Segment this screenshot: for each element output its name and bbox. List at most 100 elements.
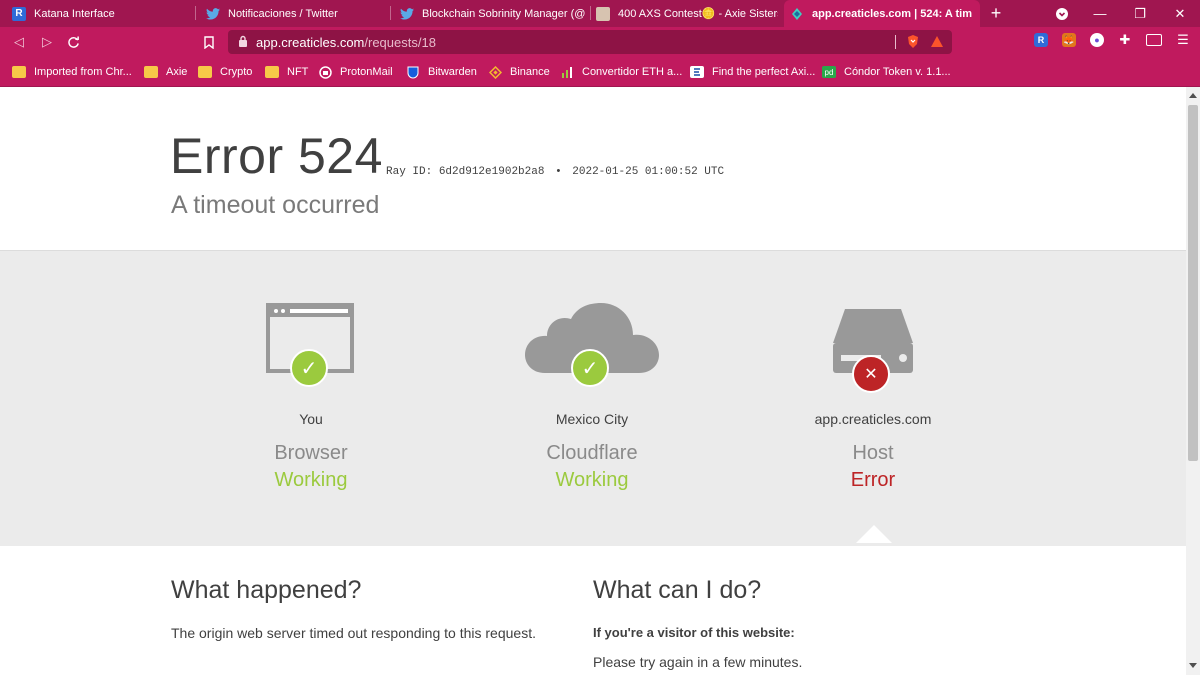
checkmark-icon: ✓ <box>290 349 328 387</box>
checkmark-icon: ✓ <box>571 349 609 387</box>
bookmark-bitwarden[interactable]: Bitwarden <box>406 63 477 81</box>
error-title: A timeout occurred <box>171 191 380 219</box>
what-happened-text: The origin web server timed out respondi… <box>171 625 536 641</box>
bookmark-label: Cóndor Token v. 1.1... <box>844 66 951 78</box>
bookmark-label: NFT <box>287 66 309 78</box>
bookmarks-bar: Imported from Chr... Axie Crypto NFT Pro… <box>0 57 1200 87</box>
metamask-icon[interactable]: 🦊 <box>1062 33 1076 47</box>
status-name: Cloudflare <box>546 442 638 464</box>
tab-search-icon[interactable] <box>1042 0 1082 27</box>
bookmark-label: ProtonMail <box>340 66 393 78</box>
bookmark-label: Convertidor ETH a... <box>582 66 683 78</box>
folder-icon <box>12 66 26 78</box>
reload-icon[interactable] <box>64 33 82 51</box>
page-scrollbar[interactable] <box>1186 87 1200 675</box>
address-bar[interactable]: app.creaticles.com/requests/18 <box>228 30 952 54</box>
status-name: Browser <box>274 442 348 464</box>
error-header: Error 524 Ray ID: 6d2d912e1902b2a8 • 202… <box>0 87 1186 250</box>
tab-title: 400 AXS Contest🪙 - Axie Sisters's <box>618 8 778 20</box>
bookmark-binance[interactable]: Binance <box>488 63 550 81</box>
tab-title: Katana Interface <box>34 7 115 20</box>
error-pointer <box>856 525 892 543</box>
bookmark-label: Find the perfect Axi... <box>712 66 816 78</box>
image-icon <box>596 6 610 21</box>
tab-blockchain-manager[interactable]: Blockchain Sobrinity Manager (@S <box>400 0 585 27</box>
back-icon[interactable]: ◁ <box>10 33 28 51</box>
status-name: Host <box>852 442 894 464</box>
creaticles-icon <box>790 7 804 21</box>
tab-axs-contest[interactable]: 400 AXS Contest🪙 - Axie Sisters's <box>596 0 778 27</box>
bookmark-convertidor[interactable]: Convertidor ETH a... <box>560 63 682 81</box>
error-x-icon: ✕ <box>852 355 890 393</box>
error-code: Error 524 <box>170 128 383 184</box>
tab-title: app.creaticles.com | 524: A tim <box>812 7 972 20</box>
bookmark-label: Binance <box>510 66 550 78</box>
visitor-heading: If you're a visitor of this website: <box>593 625 795 640</box>
bookmark-protonmail[interactable]: ProtonMail <box>318 63 393 81</box>
restore-icon[interactable]: ❐ <box>1120 0 1160 27</box>
error-page: Error 524 Ray ID: 6d2d912e1902b2a8 • 202… <box>0 87 1186 675</box>
bookmark-label: Axie <box>166 66 188 78</box>
brave-shield-icon[interactable] <box>906 34 920 49</box>
scroll-up-icon[interactable] <box>1189 93 1197 98</box>
status-state: Working <box>555 469 629 491</box>
status-state: Working <box>274 469 348 491</box>
axie-icon <box>690 66 704 78</box>
status-diagram: ✓ You Browser Working ✓ Mexico City Clou… <box>0 250 1186 546</box>
bookmark-icon[interactable] <box>200 33 218 51</box>
status-cloudflare: ✓ Mexico City Cloudflare Working <box>447 251 737 547</box>
close-window-icon[interactable]: ✕ <box>1160 0 1200 27</box>
new-tab-button[interactable]: + <box>986 0 1006 27</box>
url-text: app.creaticles.com/requests/18 <box>256 35 436 50</box>
bookmark-crypto[interactable]: Crypto <box>198 63 252 81</box>
bookmark-label: Imported from Chr... <box>34 66 132 78</box>
folder-icon <box>198 66 212 78</box>
status-location: You <box>299 411 323 427</box>
help-section: What happened? The origin web server tim… <box>0 546 1186 675</box>
ray-info: Ray ID: 6d2d912e1902b2a8 • 2022-01-25 01… <box>386 166 724 178</box>
minimize-icon[interactable]: — <box>1080 0 1120 27</box>
bookmark-condor-token[interactable]: pd Cóndor Token v. 1.1... <box>822 63 951 81</box>
visitor-text: Please try again in a few minutes. <box>593 654 803 670</box>
what-happened-heading: What happened? <box>171 576 362 604</box>
bookmark-nft[interactable]: NFT <box>265 63 308 81</box>
binance-icon <box>488 65 502 79</box>
scroll-down-icon[interactable] <box>1189 663 1197 668</box>
bookmark-axie[interactable]: Axie <box>144 63 187 81</box>
ray-id: 6d2d912e1902b2a8 <box>438 166 545 178</box>
toolbar: ◁ ▷ app.creaticles.com/requests/18 R 🦊 ●… <box>0 27 1200 57</box>
bookmark-label: Bitwarden <box>428 66 477 78</box>
status-host: ✕ app.creaticles.com Host Error <box>728 251 1018 547</box>
tab-strip: R Katana Interface Notificaciones / Twit… <box>0 0 1200 27</box>
puzzle-extensions-icon[interactable]: ✚ <box>1118 32 1132 47</box>
protonmail-icon <box>318 65 332 79</box>
status-location: Mexico City <box>555 411 629 427</box>
extension-icon[interactable]: ● <box>1090 33 1104 47</box>
forward-icon[interactable]: ▷ <box>38 33 56 51</box>
what-can-i-do-heading: What can I do? <box>593 576 762 604</box>
tab-katana[interactable]: R Katana Interface <box>12 0 192 27</box>
katana-extension-icon[interactable]: R <box>1034 33 1048 47</box>
bookmark-imported[interactable]: Imported from Chr... <box>12 63 132 81</box>
tab-creaticles-active[interactable]: app.creaticles.com | 524: A tim ✕ <box>784 0 980 27</box>
twitter-icon <box>400 7 414 21</box>
status-location: app.creaticles.com <box>814 411 932 427</box>
wallet-icon[interactable] <box>1146 34 1162 46</box>
url-path: /requests/18 <box>364 35 436 50</box>
scroll-thumb[interactable] <box>1188 105 1198 461</box>
url-host: app.creaticles.com <box>256 35 365 50</box>
twitter-icon <box>206 7 220 21</box>
katana-icon: R <box>12 6 26 21</box>
lock-icon <box>239 35 247 47</box>
tab-twitter-notifications[interactable]: Notificaciones / Twitter <box>206 0 386 27</box>
bookmark-axie-marketplace[interactable]: Find the perfect Axi... <box>690 63 815 81</box>
brave-rewards-icon[interactable] <box>930 35 944 48</box>
bitwarden-icon <box>406 66 420 79</box>
pdf-icon: pd <box>822 66 836 78</box>
tab-title: Blockchain Sobrinity Manager (@S <box>422 7 585 20</box>
bookmark-label: Crypto <box>220 66 253 78</box>
status-state: Error <box>850 469 896 491</box>
ray-bullet: • <box>555 166 562 178</box>
menu-icon[interactable]: ☰ <box>1176 32 1190 47</box>
folder-icon <box>265 66 279 78</box>
